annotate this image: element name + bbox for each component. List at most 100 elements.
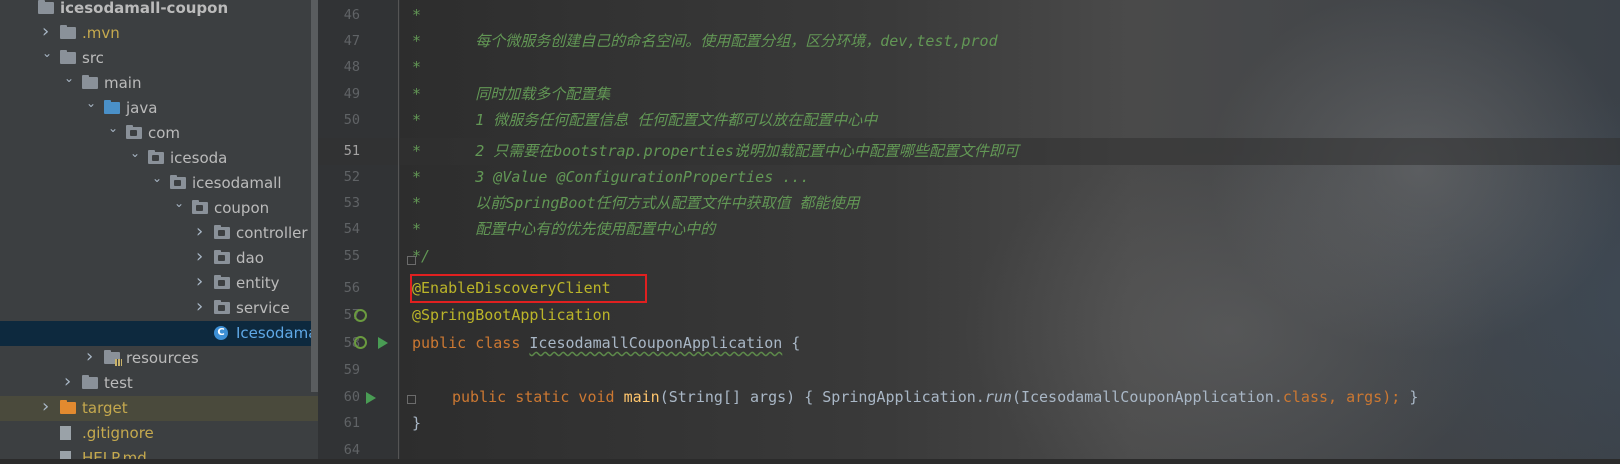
tree-item-label: icesodamall bbox=[192, 174, 282, 192]
chevron-down-icon[interactable]: ⌄ bbox=[152, 172, 162, 184]
code-line-60: public static void main(String[] args) {… bbox=[452, 384, 1418, 411]
tree-item-label: IcesodamallCouponApplication bbox=[236, 324, 318, 342]
line-number: 49 bbox=[343, 86, 360, 102]
tree-item-label: resources bbox=[126, 349, 199, 367]
tree-item-test[interactable]: › test bbox=[0, 371, 318, 396]
chevron-right-icon[interactable]: › bbox=[196, 223, 206, 241]
code-line-49: * 同时加载多个配置集 bbox=[412, 85, 611, 103]
chevron-right-icon[interactable]: › bbox=[64, 373, 74, 391]
code-token: (IcesodamallCouponApplication. bbox=[1011, 388, 1283, 406]
spring-class-icon: C bbox=[214, 326, 228, 340]
line-number: 46 bbox=[343, 7, 360, 23]
package-icon bbox=[126, 125, 142, 139]
tree-item-resources[interactable]: › resources bbox=[0, 346, 318, 371]
annotation-highlight-box bbox=[410, 274, 647, 303]
chevron-down-icon[interactable]: ⌄ bbox=[64, 72, 74, 84]
package-icon bbox=[170, 175, 186, 189]
method-name: main bbox=[623, 388, 660, 406]
line-number: 48 bbox=[343, 59, 360, 75]
tree-scrollbar[interactable] bbox=[311, 0, 318, 392]
tree-item-icesoda[interactable]: ⌄ icesoda bbox=[0, 146, 318, 171]
code-line-51: * 2 只需要在bootstrap.properties说明加载配置中心中配置哪… bbox=[412, 142, 1019, 160]
tree-item-coupon[interactable]: ⌄ coupon bbox=[0, 196, 318, 221]
chevron-down-icon[interactable]: ⌄ bbox=[174, 197, 184, 209]
file-icon bbox=[60, 451, 71, 459]
gutter-divider bbox=[398, 0, 399, 459]
chevron-down-icon[interactable]: ⌄ bbox=[42, 47, 52, 59]
resources-folder-icon bbox=[104, 350, 122, 366]
method-call: run bbox=[984, 388, 1012, 406]
tree-item-target[interactable]: › target bbox=[0, 396, 318, 421]
tree-item-label: .gitignore bbox=[82, 424, 154, 442]
code-token: } bbox=[1409, 388, 1419, 406]
package-icon bbox=[148, 150, 164, 164]
code-token: { SpringApplication. bbox=[804, 388, 985, 406]
chevron-down-icon[interactable]: ⌄ bbox=[86, 97, 96, 109]
tree-item-main[interactable]: ⌄ main bbox=[0, 71, 318, 96]
tree-item-service[interactable]: › service bbox=[0, 296, 318, 321]
keyword: class bbox=[1282, 388, 1329, 406]
tree-item-label: test bbox=[104, 374, 133, 392]
package-icon bbox=[214, 250, 230, 264]
class-name: IcesodamallCouponApplication bbox=[529, 334, 783, 352]
tree-item-icesodamall[interactable]: ⌄ icesodamall bbox=[0, 171, 318, 196]
chevron-right-icon[interactable]: › bbox=[196, 298, 206, 316]
folder-icon bbox=[60, 50, 76, 64]
tree-item-label: .mvn bbox=[82, 24, 120, 42]
tree-item-dao[interactable]: › dao bbox=[0, 246, 318, 271]
tree-item-label: service bbox=[236, 299, 290, 317]
chevron-down-icon[interactable]: ⌄ bbox=[108, 122, 118, 134]
code-line-46: * bbox=[412, 6, 422, 24]
tree-item-icesodamall-coupon[interactable]: icesodamall-coupon bbox=[0, 0, 318, 21]
package-icon bbox=[214, 225, 230, 239]
tree-item-entity[interactable]: › entity bbox=[0, 271, 318, 296]
tree-item-label: icesodamall-coupon bbox=[60, 0, 229, 17]
line-number: 60 bbox=[343, 389, 360, 405]
line-number: 52 bbox=[343, 169, 360, 185]
chevron-right-icon[interactable]: › bbox=[86, 348, 96, 366]
code-token: { bbox=[782, 334, 801, 352]
line-number: 55 bbox=[343, 248, 360, 264]
line-number: 64 bbox=[343, 442, 360, 458]
tree-item-icesodamallcouponapplication[interactable]: C IcesodamallCouponApplication bbox=[0, 321, 318, 346]
chevron-down-icon[interactable]: ⌄ bbox=[130, 147, 140, 159]
folder-icon bbox=[82, 375, 98, 389]
tree-item-mvn[interactable]: › .mvn bbox=[0, 21, 318, 46]
tree-item-java[interactable]: ⌄ java bbox=[0, 96, 318, 121]
tree-item-help-md[interactable]: HELP.md bbox=[0, 446, 318, 459]
tree-item-src[interactable]: ⌄ src bbox=[0, 46, 318, 71]
chevron-right-icon[interactable]: › bbox=[196, 248, 206, 266]
tree-item-label: src bbox=[82, 49, 104, 67]
line-number: 61 bbox=[343, 415, 360, 431]
tree-item-label: com bbox=[148, 124, 181, 142]
tree-item-gitignore[interactable]: .gitignore bbox=[0, 421, 318, 446]
line-number: 59 bbox=[343, 362, 360, 378]
code-line-61: } bbox=[412, 414, 422, 432]
line-number: 54 bbox=[343, 221, 360, 237]
package-icon bbox=[192, 200, 208, 214]
spring-bean-icon[interactable] bbox=[354, 336, 367, 349]
chevron-right-icon[interactable]: › bbox=[42, 398, 52, 416]
chevron-right-icon[interactable]: › bbox=[42, 23, 52, 41]
code-line-47: * 每个微服务创建自己的命名空间。使用配置分组，区分环境，dev,test,pr… bbox=[412, 32, 998, 50]
code-line-57: @SpringBootApplication bbox=[412, 306, 611, 324]
tree-item-controller[interactable]: › controller bbox=[0, 221, 318, 246]
code-line-50: * 1 微服务任何配置信息 任何配置文件都可以放在配置中心中 bbox=[412, 111, 878, 129]
run-icon[interactable] bbox=[378, 337, 388, 349]
package-icon bbox=[214, 300, 230, 314]
source-folder-icon bbox=[104, 100, 120, 114]
line-number: 50 bbox=[343, 112, 360, 128]
tree-item-com[interactable]: ⌄ com bbox=[0, 121, 318, 146]
code-line-58: public class IcesodamallCouponApplicatio… bbox=[412, 330, 800, 357]
run-icon[interactable] bbox=[366, 392, 376, 404]
line-number: 56 bbox=[343, 280, 360, 296]
fold-icon[interactable] bbox=[407, 395, 416, 404]
file-icon bbox=[60, 426, 71, 440]
chevron-right-icon[interactable]: › bbox=[196, 273, 206, 291]
keyword: public class bbox=[412, 334, 530, 352]
folder-icon bbox=[60, 25, 76, 39]
line-number-current: 51 bbox=[343, 143, 360, 159]
keyword: public static void bbox=[452, 388, 624, 406]
code-token: , args); bbox=[1328, 388, 1410, 406]
spring-bean-icon[interactable] bbox=[354, 309, 367, 322]
